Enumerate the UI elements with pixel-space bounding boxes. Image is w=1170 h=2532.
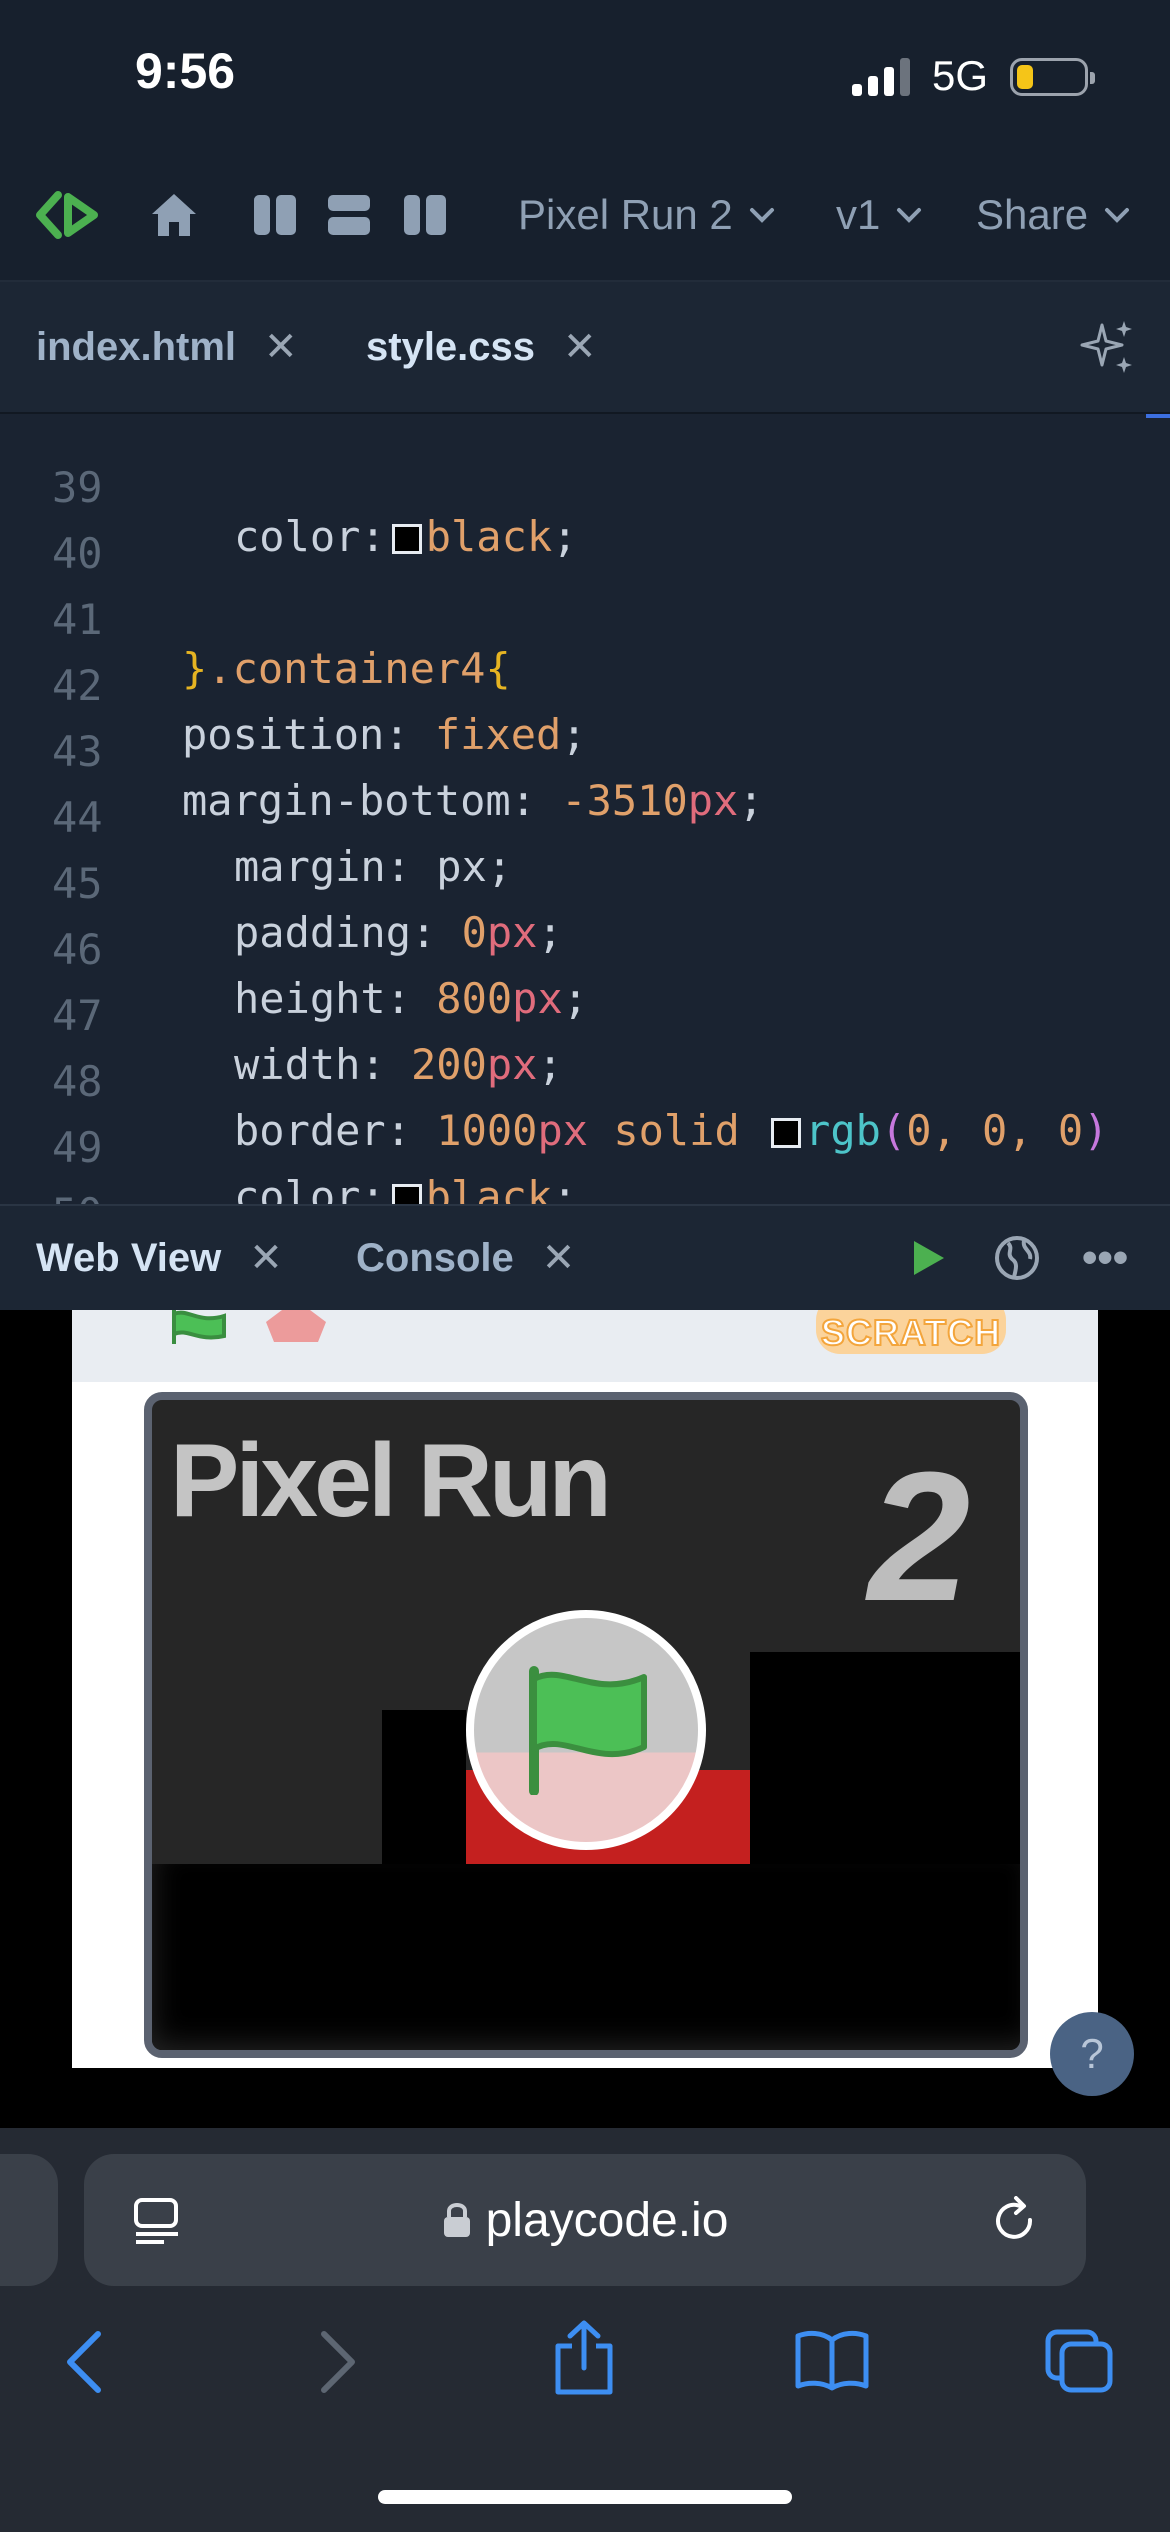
previous-tab-preview[interactable] (0, 2154, 58, 2286)
home-indicator[interactable] (378, 2490, 792, 2504)
tab-label: Console (356, 1235, 514, 1280)
battery-icon (1010, 58, 1095, 96)
address-bar[interactable]: playcode.io (84, 2154, 1086, 2286)
tab-label: Web View (36, 1235, 222, 1280)
scratch-controls-bar: SCRATCH (72, 1310, 1098, 1382)
lock-icon (443, 2203, 470, 2237)
ai-sparkle-icon[interactable] (1080, 282, 1136, 412)
green-flag-icon[interactable] (168, 1310, 228, 1351)
tab-style-css[interactable]: style.css ✕ (366, 282, 597, 412)
code-line: 49 color: black; (0, 1074, 1170, 1204)
tabs-icon[interactable] (1044, 2328, 1114, 2399)
tab-label: style.css (366, 324, 536, 369)
version-dropdown[interactable]: v1 (836, 150, 922, 280)
start-flag-button[interactable] (466, 1610, 706, 1850)
chevron-down-icon (897, 208, 922, 223)
game-stage[interactable]: Pixel Run 2 (144, 1392, 1028, 2058)
status-time: 9:56 (135, 43, 236, 99)
version-label: v1 (836, 191, 881, 238)
code-line: 50 (0, 1140, 1170, 1204)
tab-web-view[interactable]: Web View ✕ (36, 1206, 283, 1310)
code-line: 47 width: 200px; (0, 942, 1170, 1089)
code-editor[interactable]: 39 color: black; 40 41 }.container4{ 42 p… (0, 414, 1170, 1204)
url-container: playcode.io (84, 2154, 1086, 2286)
editor-scrollbar[interactable] (1146, 414, 1170, 418)
close-icon[interactable]: ✕ (563, 324, 597, 370)
scratch-logo: SCRATCH (816, 1310, 1006, 1354)
forward-icon[interactable] (318, 2330, 358, 2399)
line-number: 50 (52, 1189, 112, 1204)
tab-index-html[interactable]: index.html ✕ (36, 282, 298, 412)
close-icon[interactable]: ✕ (249, 1235, 283, 1281)
more-icon[interactable]: ••• (1082, 1206, 1128, 1310)
network-type: 5G (932, 52, 989, 99)
stop-icon[interactable] (266, 1310, 326, 1351)
game-block (382, 1710, 466, 1870)
game-block (750, 1652, 1020, 1870)
scratch-logo-text: SCRATCH (820, 1311, 1002, 1354)
close-icon[interactable]: ✕ (264, 324, 298, 370)
game-title: Pixel Run (170, 1423, 612, 1539)
project-dropdown[interactable]: Pixel Run 2 (518, 150, 775, 280)
share-icon[interactable] (552, 2320, 616, 2401)
code-line: 48 border: 1000px solid rgb(0, 0, 0) (0, 1008, 1170, 1155)
layout-columns-icon[interactable] (254, 150, 296, 280)
code-line: 44 margin: px; (0, 744, 1170, 891)
bookmarks-icon[interactable] (794, 2328, 870, 2397)
panel-tabs: Web View ✕ Console ✕ ••• (0, 1204, 1170, 1310)
scratch-embed[interactable]: SCRATCH Pixel Run 2 (72, 1310, 1098, 2068)
chevron-down-icon (749, 208, 774, 223)
signal-icon (852, 58, 912, 96)
tab-label: index.html (36, 324, 237, 369)
close-icon[interactable]: ✕ (542, 1235, 576, 1281)
code-line: 46 height: 800px; (0, 876, 1170, 1023)
home-icon[interactable] (150, 150, 198, 280)
share-dropdown[interactable]: Share (976, 150, 1130, 280)
layout-rows-icon[interactable] (328, 150, 370, 280)
back-icon[interactable] (64, 2330, 104, 2399)
code-line: 39 color: black; (0, 414, 1170, 561)
project-name: Pixel Run 2 (518, 191, 733, 238)
playcode-logo-icon[interactable] (34, 150, 104, 280)
game-ground (152, 1864, 1020, 2050)
app-toolbar: Pixel Run 2 v1 Share (0, 150, 1170, 282)
editor-tabs: index.html ✕ style.css ✕ (0, 282, 1170, 414)
reload-icon[interactable] (990, 2196, 1040, 2251)
url-text: playcode.io (485, 2193, 729, 2247)
globe-icon[interactable] (994, 1206, 1040, 1310)
green-flag-icon (529, 1666, 647, 1795)
game-number: 2 (868, 1433, 971, 1639)
code-line: 40 (0, 480, 1170, 578)
code-line: 42 position: fixed; (0, 612, 1170, 759)
code-line: 45 padding: 0px; (0, 810, 1170, 957)
code-line: 41 }.container4{ (0, 546, 1170, 693)
share-label: Share (976, 191, 1089, 238)
help-button[interactable]: ? (1050, 2012, 1134, 2096)
run-icon[interactable] (908, 1206, 948, 1310)
code-line: 43 margin-bottom: -3510px; (0, 678, 1170, 825)
tab-console[interactable]: Console ✕ (356, 1206, 575, 1310)
chevron-down-icon (1105, 208, 1130, 223)
layout-split-icon[interactable] (404, 150, 446, 280)
